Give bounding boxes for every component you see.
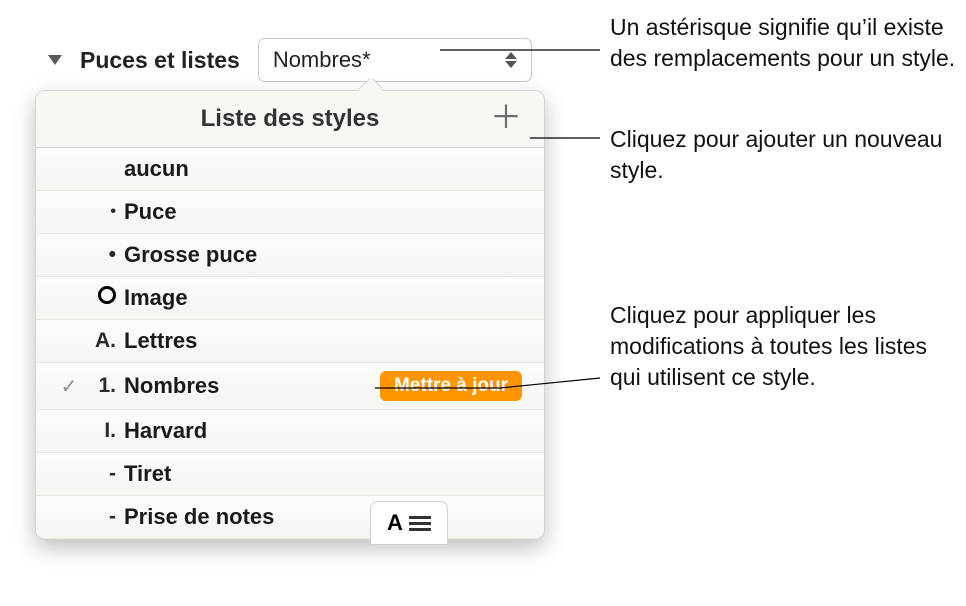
notes-marker: - (86, 505, 124, 529)
style-label: Grosse puce (124, 242, 528, 268)
style-item-none[interactable]: aucun (36, 148, 544, 190)
style-label: Puce (124, 199, 528, 225)
harvard-marker: I. (86, 419, 124, 443)
bullet-icon: • (86, 203, 124, 221)
style-label: Lettres (124, 328, 528, 354)
update-style-button[interactable]: Mettre à jour (380, 371, 522, 401)
inspector-panel: Puces et listes Nombres* Liste des style… (30, 20, 550, 540)
big-bullet-icon: • (86, 243, 124, 267)
text-style-button[interactable]: A (370, 501, 448, 545)
style-item-harvard[interactable]: I. Harvard (36, 409, 544, 452)
style-list: aucun • Puce • Grosse puce Image A. Lett… (36, 148, 544, 539)
style-item-notes[interactable]: - Prise de notes (36, 495, 544, 539)
style-item-image[interactable]: Image (36, 276, 544, 319)
style-item-bullet[interactable]: • Puce (36, 190, 544, 233)
dash-marker: - (86, 462, 124, 486)
dropdown-value: Nombres* (273, 47, 371, 73)
style-label: aucun (124, 156, 528, 182)
numbers-marker: 1. (86, 374, 124, 398)
image-ring-icon (98, 286, 116, 304)
annotation-update: Cliquez pour appliquer les modifications… (610, 300, 960, 393)
style-label: Nombres (124, 373, 380, 399)
letters-marker: A. (86, 329, 124, 353)
styles-popover: Liste des styles ＋ aucun • Puce • Grosse… (35, 90, 545, 540)
list-style-dropdown[interactable]: Nombres* (258, 38, 532, 82)
letter-a-icon: A (387, 510, 403, 536)
style-label: Harvard (124, 418, 528, 444)
section-label: Puces et listes (80, 47, 240, 74)
dropdown-caret-icon (505, 52, 517, 68)
disclosure-caret-icon[interactable] (48, 55, 62, 65)
style-item-letters[interactable]: A. Lettres (36, 319, 544, 362)
annotation-asterisk: Un astérisque signifie qu’il existe des … (610, 12, 960, 74)
annotation-add: Cliquez pour ajouter un nouveau style. (610, 124, 960, 186)
panel-header-row: Puces et listes Nombres* (30, 20, 550, 90)
style-item-numbers[interactable]: ✓ 1. Nombres Mettre à jour (36, 362, 544, 409)
popover-title: Liste des styles (201, 105, 380, 132)
add-style-button[interactable]: ＋ (490, 105, 522, 129)
style-label: Prise de notes (124, 504, 528, 530)
style-item-big-bullet[interactable]: • Grosse puce (36, 233, 544, 276)
lines-icon (409, 516, 431, 531)
style-item-dash[interactable]: - Tiret (36, 452, 544, 495)
popover-tail (358, 79, 382, 91)
popover-header: Liste des styles ＋ (36, 91, 544, 148)
style-label: Image (124, 285, 528, 311)
style-label: Tiret (124, 461, 528, 487)
checkmark-icon: ✓ (52, 374, 86, 399)
